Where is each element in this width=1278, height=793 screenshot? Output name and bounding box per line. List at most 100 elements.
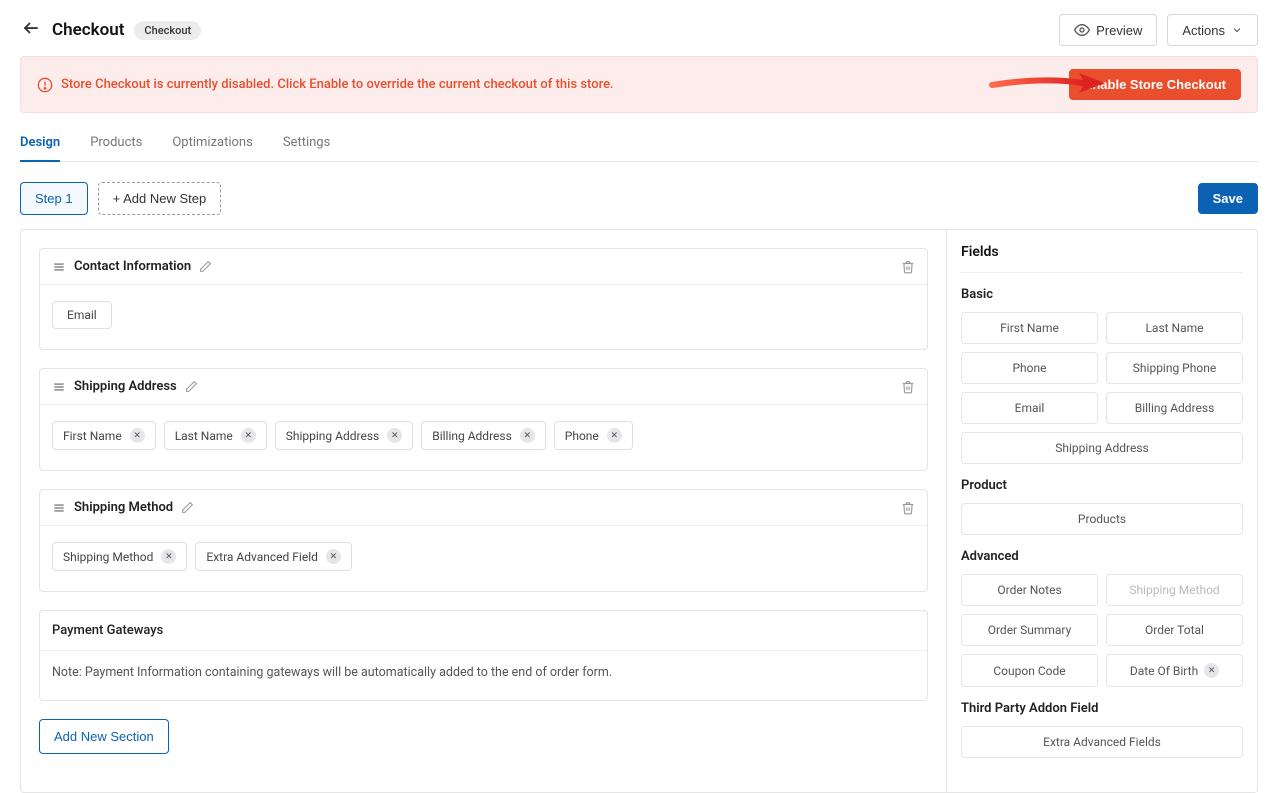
field-item[interactable]: Products [961, 503, 1243, 535]
field-chip[interactable]: Billing Address ✕ [421, 421, 546, 450]
field-chip[interactable]: First Name ✕ [52, 421, 156, 450]
section-header: Shipping Address [40, 369, 927, 405]
payment-gateways-title: Payment Gateways [40, 611, 927, 651]
chip-label: Shipping Method [63, 550, 153, 564]
field-item-label: Extra Advanced Fields [1043, 735, 1161, 749]
section-card: Shipping MethodShipping Method✕Extra Adv… [39, 489, 928, 592]
tabs: Design Products Optimizations Settings [20, 135, 1258, 162]
steps-row: Step 1 + Add New Step Save [20, 182, 1258, 215]
field-chip[interactable]: Shipping Method ✕ [52, 542, 187, 571]
form-builder-column: Contact Information Email Shipping Address… [21, 230, 947, 792]
save-button[interactable]: Save [1198, 183, 1258, 214]
field-item-label: First Name [1000, 321, 1059, 335]
section-body: Email [40, 285, 927, 349]
field-item[interactable]: First Name [961, 312, 1098, 344]
field-item[interactable]: Order Total [1106, 614, 1243, 646]
section-header: Contact Information [40, 249, 927, 285]
field-item[interactable]: Billing Address [1106, 392, 1243, 424]
trash-icon[interactable] [901, 380, 915, 394]
drag-handle-icon[interactable] [52, 380, 66, 394]
field-item[interactable]: Last Name [1106, 312, 1243, 344]
field-item[interactable]: Order Notes [961, 574, 1098, 606]
drag-handle-icon[interactable] [52, 501, 66, 515]
field-item[interactable]: Extra Advanced Fields [961, 726, 1243, 758]
chip-label: Shipping Address [286, 429, 379, 443]
field-chip[interactable]: Extra Advanced Field ✕ [195, 542, 352, 571]
field-item[interactable]: Coupon Code [961, 654, 1098, 687]
actions-button[interactable]: Actions [1167, 14, 1258, 46]
alert-icon [37, 77, 53, 93]
remove-chip-icon[interactable]: ✕ [387, 428, 402, 443]
remove-chip-icon[interactable]: ✕ [130, 428, 145, 443]
field-item-label: Shipping Method [1129, 583, 1219, 597]
payment-gateways-card: Payment GatewaysNote: Payment Informatio… [39, 610, 928, 701]
field-item-label: Coupon Code [993, 664, 1065, 678]
title-badge: Checkout [134, 21, 201, 40]
field-chip[interactable]: Phone✕ [554, 421, 633, 450]
field-item-label: Email [1015, 401, 1045, 415]
field-item[interactable]: Email [961, 392, 1098, 424]
field-item-label: Shipping Address [1055, 441, 1148, 455]
back-arrow-icon[interactable] [20, 19, 42, 42]
field-chip[interactable]: Last Name✕ [164, 421, 267, 450]
eye-icon [1074, 22, 1090, 38]
section-body: First Name✕Last Name✕Shipping Address✕Bi… [40, 405, 927, 470]
section-body: Shipping Method ✕ Extra Advanced Field ✕ [40, 526, 927, 591]
tab-products[interactable]: Products [90, 135, 142, 161]
field-group-title: Basic [961, 287, 1243, 302]
remove-chip-icon[interactable]: ✕ [326, 549, 341, 564]
tab-optimizations[interactable]: Optimizations [172, 135, 252, 161]
enable-store-checkout-button[interactable]: Enable Store Checkout [1069, 69, 1241, 100]
field-item-label: Phone [1012, 361, 1046, 375]
field-item: Shipping Method [1106, 574, 1243, 606]
preview-button[interactable]: Preview [1059, 14, 1157, 46]
fields-panel-title: Fields [961, 244, 1243, 273]
section-card: Shipping AddressFirst Name✕Last Name✕Shi… [39, 368, 928, 471]
field-group-grid: Products [961, 503, 1243, 535]
chip-label: First Name [63, 429, 122, 443]
edit-icon[interactable] [185, 380, 198, 393]
field-item-label: Order Total [1145, 623, 1204, 637]
page-header: Checkout Checkout Preview Actions [0, 0, 1278, 56]
section-header: Shipping Method [40, 490, 927, 526]
drag-handle-icon[interactable] [52, 260, 66, 274]
trash-icon[interactable] [901, 501, 915, 515]
section-title: Contact Information [74, 259, 191, 274]
page-title: Checkout [52, 20, 124, 40]
actions-label: Actions [1182, 23, 1225, 38]
field-group-grid: Extra Advanced Fields [961, 726, 1243, 758]
field-group-title: Product [961, 478, 1243, 493]
field-item-label: Date Of Birth [1130, 664, 1198, 678]
tab-settings[interactable]: Settings [283, 135, 330, 161]
chip-label: Email [67, 308, 97, 322]
field-item[interactable]: Date Of Birth ✕ [1106, 654, 1243, 687]
edit-icon[interactable] [199, 260, 212, 273]
trash-icon[interactable] [901, 260, 915, 274]
field-item-label: Products [1078, 512, 1126, 526]
preview-label: Preview [1096, 23, 1142, 38]
field-chip[interactable]: Email [52, 301, 112, 329]
field-item[interactable]: Order Summary [961, 614, 1098, 646]
field-item-label: Last Name [1145, 321, 1203, 335]
remove-chip-icon[interactable]: ✕ [520, 428, 535, 443]
field-item[interactable]: Shipping Address [961, 432, 1243, 464]
field-item[interactable]: Phone [961, 352, 1098, 384]
remove-field-icon[interactable]: ✕ [1204, 663, 1219, 678]
section-title: Shipping Method [74, 500, 173, 515]
field-chip[interactable]: Shipping Address ✕ [275, 421, 413, 450]
chip-label: Extra Advanced Field [206, 550, 318, 564]
field-group-title: Advanced [961, 549, 1243, 564]
tab-design[interactable]: Design [20, 135, 60, 162]
chip-label: Billing Address [432, 429, 512, 443]
add-new-section-button[interactable]: Add New Section [39, 719, 169, 754]
remove-chip-icon[interactable]: ✕ [241, 428, 256, 443]
edit-icon[interactable] [181, 501, 194, 514]
field-item[interactable]: Shipping Phone [1106, 352, 1243, 384]
alert-banner: Store Checkout is currently disabled. Cl… [20, 56, 1258, 113]
remove-chip-icon[interactable]: ✕ [161, 549, 176, 564]
field-item-label: Order Notes [997, 583, 1061, 597]
remove-chip-icon[interactable]: ✕ [607, 428, 622, 443]
field-group-grid: First Name Last Name Phone Shipping Phone Em… [961, 312, 1243, 464]
add-step-button[interactable]: + Add New Step [98, 182, 222, 215]
step-1-chip[interactable]: Step 1 [20, 182, 88, 215]
